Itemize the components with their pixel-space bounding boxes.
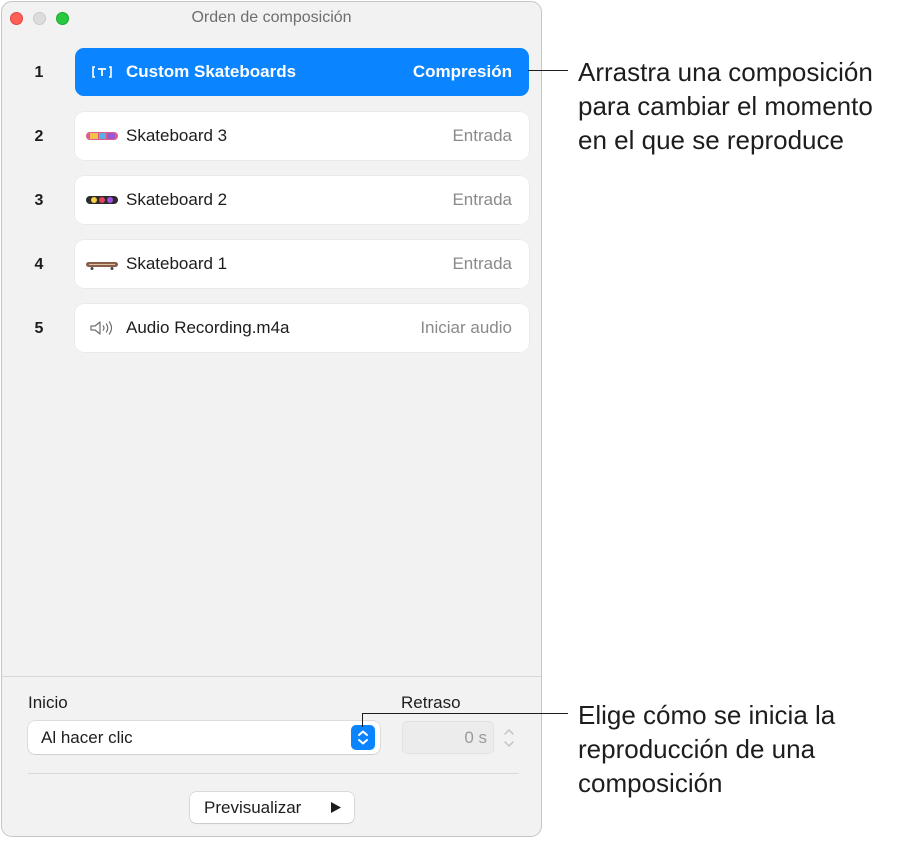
build-effect: Compresión bbox=[412, 62, 512, 81]
callout-leader-line bbox=[528, 70, 568, 71]
build-name: Skateboard 3 bbox=[126, 126, 228, 145]
build-number: 1 bbox=[34, 64, 44, 81]
start-value: Al hacer clic bbox=[41, 728, 133, 747]
skateboard-1-thumbnail bbox=[86, 262, 118, 270]
speaker-icon bbox=[90, 321, 113, 335]
delay-stepper[interactable] bbox=[499, 723, 519, 753]
build-number: 3 bbox=[34, 192, 44, 209]
callout-leader-line bbox=[362, 713, 568, 714]
build-effect: Entrada bbox=[452, 190, 512, 209]
build-row-audio-recording[interactable]: Audio Recording.m4a Iniciar audio bbox=[75, 304, 529, 352]
chevron-up-down-icon bbox=[358, 730, 368, 745]
build-number: 2 bbox=[34, 128, 44, 145]
build-row-skateboard-3[interactable]: Skateboard 3 Entrada bbox=[75, 112, 529, 160]
popup-chevrons[interactable] bbox=[351, 725, 375, 750]
skateboard-3-thumbnail bbox=[86, 132, 118, 140]
start-label: Inicio bbox=[28, 693, 68, 712]
build-row-skateboard-1[interactable]: Skateboard 1 Entrada bbox=[75, 240, 529, 288]
build-row-custom-skateboards[interactable]: Custom Skateboards Compresión bbox=[75, 48, 529, 96]
callout-start-build: Elige cómo se inicia la reproducción de … bbox=[578, 700, 836, 798]
text-box-icon bbox=[92, 66, 112, 78]
window-title: Orden de composición bbox=[191, 9, 352, 26]
build-effect: Entrada bbox=[452, 254, 512, 273]
preview-button[interactable]: Previsualizar bbox=[190, 792, 354, 823]
delay-value: 0 s bbox=[464, 728, 487, 747]
divider bbox=[2, 676, 541, 677]
start-popup-menu[interactable]: Al hacer clic bbox=[28, 721, 380, 754]
build-effect: Entrada bbox=[452, 126, 512, 145]
divider bbox=[28, 773, 519, 774]
build-row-skateboard-2[interactable]: Skateboard 2 Entrada bbox=[75, 176, 529, 224]
skateboard-2-thumbnail bbox=[86, 196, 118, 204]
build-effect: Iniciar audio bbox=[420, 318, 512, 337]
build-name: Skateboard 2 bbox=[126, 190, 228, 209]
build-order-window: Orden de composición 1 Custom Skateboard… bbox=[1, 1, 542, 837]
callout-leader-line bbox=[362, 713, 363, 727]
preview-label: Previsualizar bbox=[204, 798, 302, 817]
build-number: 5 bbox=[34, 320, 44, 337]
build-name: Audio Recording.m4a bbox=[126, 318, 290, 337]
delay-field[interactable]: 0 s bbox=[402, 721, 494, 754]
build-name: Custom Skateboards bbox=[126, 62, 297, 81]
callout-drag-build: Arrastra una composición para cambiar el… bbox=[578, 57, 873, 155]
build-name: Skateboard 1 bbox=[126, 254, 228, 273]
play-icon bbox=[331, 802, 341, 813]
build-number: 4 bbox=[34, 256, 44, 273]
delay-label: Retraso bbox=[401, 693, 461, 712]
title-bar: Orden de composición bbox=[2, 2, 541, 34]
